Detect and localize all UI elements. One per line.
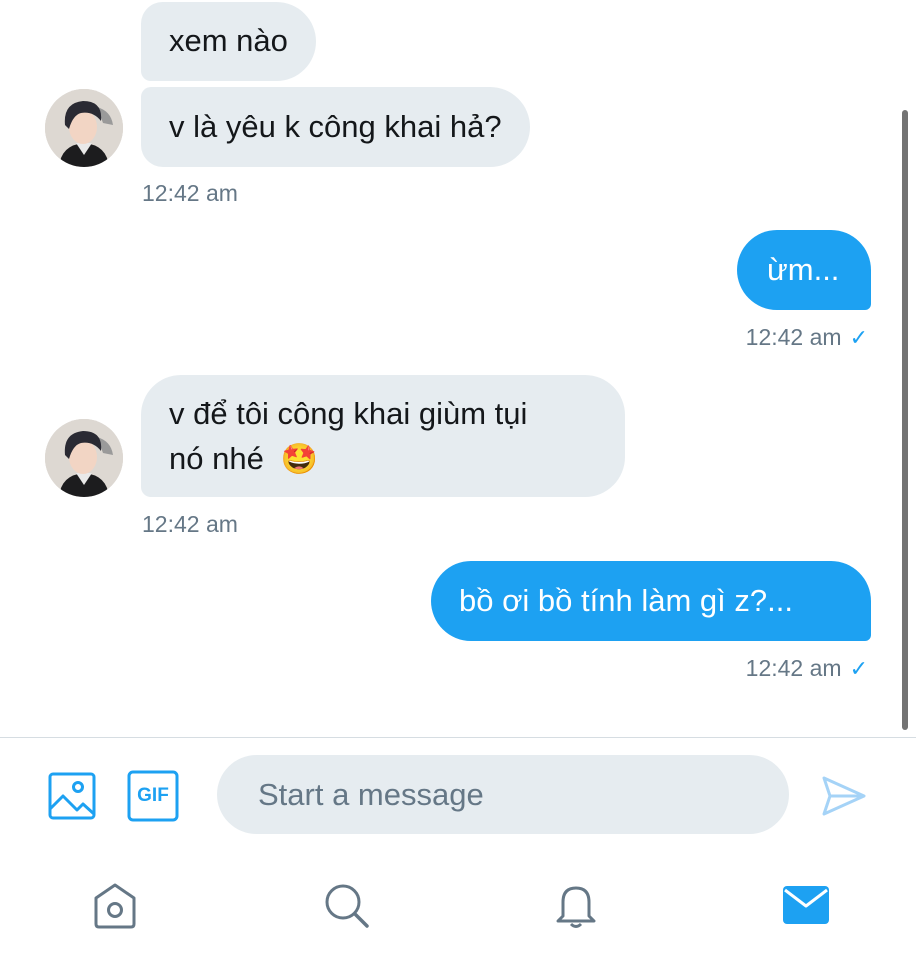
gif-label: GIF bbox=[137, 785, 169, 806]
star-struck-emoji: 🤩 bbox=[280, 443, 318, 476]
message-bubble[interactable]: ừm... bbox=[737, 230, 871, 310]
divider bbox=[0, 737, 916, 738]
message-line: nó nhé 🤩 bbox=[169, 436, 597, 482]
message-bubble[interactable]: v là yêu k công khai hả? bbox=[141, 87, 530, 167]
message-bubble[interactable]: bồ ơi bồ tính làm gì z?... bbox=[431, 561, 871, 641]
bell-icon[interactable] bbox=[546, 875, 606, 935]
message-timestamp: 12:42 am bbox=[142, 511, 238, 537]
message-text: nó nhé bbox=[169, 441, 264, 476]
read-receipt-icon: ✓ bbox=[849, 656, 868, 681]
message-input[interactable] bbox=[258, 776, 789, 813]
search-icon[interactable] bbox=[316, 875, 376, 935]
timestamp-text: 12:42 am bbox=[745, 655, 842, 681]
message-bubble[interactable]: v để tôi công khai giùm tụi nó nhé 🤩 bbox=[141, 375, 625, 497]
message-bubble[interactable]: xem nào bbox=[141, 2, 316, 81]
send-icon[interactable] bbox=[818, 770, 870, 822]
home-icon[interactable] bbox=[85, 875, 145, 935]
gif-icon[interactable]: GIF bbox=[127, 770, 179, 822]
message-timestamp: 12:42 am bbox=[142, 180, 238, 206]
message-input-container[interactable] bbox=[217, 755, 789, 834]
message-line: v để tôi công khai giùm tụi bbox=[169, 396, 528, 431]
message-timestamp: 12:42 am ✓ bbox=[746, 655, 868, 682]
mail-icon[interactable] bbox=[776, 875, 836, 935]
avatar-photo bbox=[45, 419, 123, 497]
avatar[interactable] bbox=[45, 419, 123, 497]
message-timestamp: 12:42 am ✓ bbox=[746, 324, 868, 351]
read-receipt-icon: ✓ bbox=[849, 325, 868, 350]
conversation-view[interactable]: xem nào v là yêu k công khai hả? 12:42 a… bbox=[0, 0, 916, 737]
scrollbar[interactable] bbox=[902, 110, 908, 730]
avatar-photo bbox=[45, 89, 123, 167]
image-icon[interactable] bbox=[46, 770, 98, 822]
avatar[interactable] bbox=[45, 89, 123, 167]
timestamp-text: 12:42 am bbox=[745, 324, 842, 350]
